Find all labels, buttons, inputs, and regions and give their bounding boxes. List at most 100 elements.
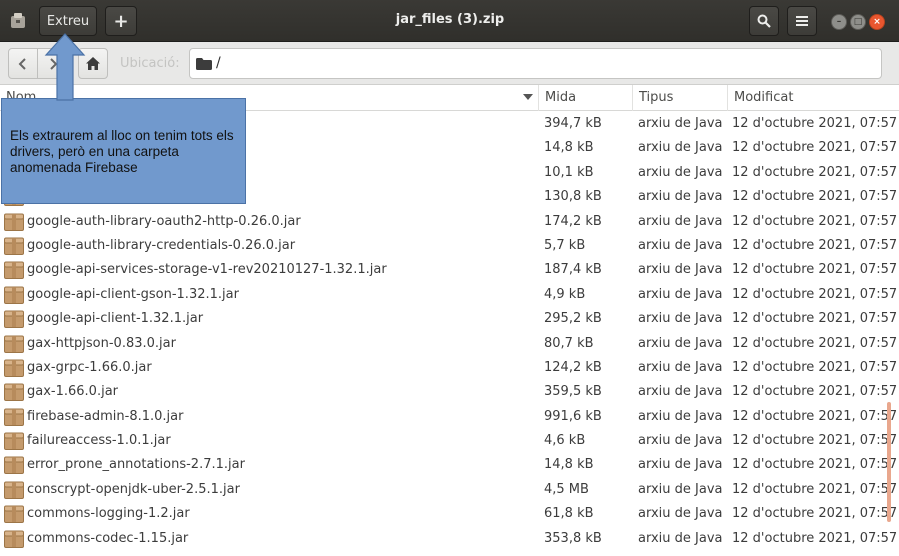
file-name: gax-1.66.0.jar — [27, 384, 119, 400]
file-modified: 12 d'octubre 2021, 07:57 — [732, 213, 898, 229]
jar-archive-icon — [4, 383, 24, 402]
file-modified: 12 d'octubre 2021, 07:57 — [732, 384, 898, 400]
file-name: commons-logging-1.2.jar — [27, 506, 190, 522]
file-modified: 12 d'octubre 2021, 07:57 — [732, 359, 898, 375]
file-modified: 12 d'octubre 2021, 07:57 — [732, 506, 898, 522]
file-type: arxiu de Java — [638, 189, 723, 205]
file-modified: 12 d'octubre 2021, 07:57 — [732, 164, 898, 180]
file-row[interactable]: gax-httpjson-0.83.0.jar 80,7 kB arxiu de J… — [0, 332, 897, 356]
chevron-left-icon — [18, 57, 26, 70]
file-row[interactable]: failureaccess-1.0.1.jar 4,6 kB arxiu de Ja… — [0, 429, 897, 453]
path-field[interactable]: / — [189, 48, 882, 79]
add-files-button[interactable]: + — [105, 6, 137, 36]
file-modified: 12 d'octubre 2021, 07:57 — [732, 457, 898, 473]
file-modified: 12 d'octubre 2021, 07:57 — [732, 408, 898, 424]
file-row[interactable]: google-auth-library-oauth2-http-0.26.0.j… — [0, 210, 897, 234]
file-row[interactable]: google-api-client-gson-1.32.1.jar 4,9 kB a… — [0, 283, 897, 307]
file-type: arxiu de Java — [638, 408, 723, 424]
file-modified: 12 d'octubre 2021, 07:57 — [732, 311, 898, 327]
column-type[interactable]: Tipus — [633, 85, 728, 111]
jar-archive-icon — [4, 481, 24, 499]
file-type: arxiu de Java — [638, 359, 723, 375]
file-size: 61,8 kB — [544, 506, 594, 522]
home-icon — [86, 57, 100, 70]
file-size: 991,6 kB — [544, 408, 602, 424]
file-name: google-auth-library-oauth2-http-0.26.0.j… — [27, 213, 301, 229]
file-name: google-api-client-1.32.1.jar — [27, 311, 204, 327]
file-type: arxiu de Java — [638, 335, 723, 351]
minimize-button[interactable]: – — [831, 14, 847, 30]
jar-archive-icon — [4, 456, 24, 475]
file-size: 4,6 kB — [544, 433, 586, 449]
close-button[interactable]: × — [869, 14, 885, 30]
sort-descending-icon[interactable] — [523, 94, 533, 100]
file-modified: 12 d'octubre 2021, 07:57 — [732, 140, 898, 156]
file-name: google-auth-library-credentials-0.26.0.j… — [27, 237, 296, 253]
file-name: conscrypt-openjdk-uber-2.5.1.jar — [27, 481, 240, 497]
file-size: 394,7 kB — [544, 116, 602, 131]
file-name: error_prone_annotations-2.7.1.jar — [27, 457, 245, 473]
file-size: 10,1 kB — [544, 164, 594, 180]
menu-button[interactable] — [787, 6, 817, 36]
path-text: / — [216, 55, 221, 71]
file-type: arxiu de Java — [638, 213, 723, 229]
jar-archive-icon — [4, 286, 24, 304]
extract-button[interactable]: Extreu — [39, 6, 97, 36]
location-bar: Ubicació: / — [0, 42, 899, 85]
file-name: commons-codec-1.15.jar — [27, 530, 189, 546]
annotation-arrow — [44, 33, 86, 101]
file-row[interactable]: commons-logging-1.2.jar 61,8 kB arxiu de J… — [0, 502, 897, 526]
file-name: gax-httpjson-0.83.0.jar — [27, 335, 176, 351]
file-row[interactable]: error_prone_annotations-2.7.1.jar 14,8 kB… — [0, 453, 897, 477]
maximize-button[interactable]: □ — [850, 14, 866, 30]
title-bar: Extreu + jar_files (3).zip – □ × — [0, 0, 899, 42]
jar-archive-icon — [4, 530, 24, 548]
file-row[interactable]: google-api-client-1.32.1.jar 295,2 kB arxi… — [0, 307, 897, 331]
jar-archive-icon — [4, 237, 24, 255]
file-modified: 12 d'octubre 2021, 07:57 — [732, 189, 898, 205]
file-type: arxiu de Java — [638, 286, 723, 302]
file-row[interactable]: gax-1.66.0.jar 359,5 kB arxiu de Java 12 d'… — [0, 380, 897, 404]
file-size: 353,8 kB — [544, 530, 602, 546]
scrollbar[interactable] — [887, 402, 891, 522]
file-modified: 12 d'octubre 2021, 07:57 — [732, 116, 898, 131]
location-label: Ubicació: — [120, 56, 180, 71]
file-type: arxiu de Java — [638, 433, 723, 449]
file-row[interactable]: firebase-admin-8.1.0.jar 991,6 kB arxiu de… — [0, 405, 897, 429]
file-row[interactable]: google-auth-library-credentials-0.26.0.j… — [0, 234, 897, 258]
column-size[interactable]: Mida — [539, 85, 633, 111]
file-modified: 12 d'octubre 2021, 07:57 — [732, 433, 898, 449]
annotation-text: Els extraurem al lloc on tenim tots els … — [10, 128, 234, 175]
jar-archive-icon — [4, 408, 24, 426]
file-modified: 12 d'octubre 2021, 07:57 — [732, 286, 898, 302]
file-type: arxiu de Java — [638, 530, 723, 546]
file-type: arxiu de Java — [638, 384, 723, 400]
file-modified: 12 d'octubre 2021, 07:57 — [732, 530, 898, 546]
file-type: arxiu de Java — [638, 237, 723, 253]
file-size: 359,5 kB — [544, 384, 602, 400]
file-type: arxiu de Java — [638, 140, 723, 156]
back-button[interactable] — [8, 48, 38, 79]
column-modified[interactable]: Modificat — [728, 85, 899, 111]
file-size: 124,2 kB — [544, 359, 602, 375]
file-size: 295,2 kB — [544, 311, 602, 327]
file-type: arxiu de Java — [638, 262, 723, 278]
file-name: google-api-client-gson-1.32.1.jar — [27, 286, 239, 302]
jar-archive-icon — [4, 261, 24, 280]
file-row[interactable]: commons-codec-1.15.jar 353,8 kB arxiu de J… — [0, 527, 897, 551]
jar-archive-icon — [4, 335, 24, 353]
file-modified: 12 d'octubre 2021, 07:57 — [732, 335, 898, 351]
file-size: 14,8 kB — [544, 457, 594, 473]
file-name: google-api-services-storage-v1-rev202101… — [27, 262, 387, 278]
search-button[interactable] — [749, 6, 779, 36]
hamburger-menu-icon — [796, 16, 808, 26]
file-row[interactable]: conscrypt-openjdk-uber-2.5.1.jar 4,5 MB ar… — [0, 478, 897, 502]
file-row[interactable]: google-api-services-storage-v1-rev202101… — [0, 258, 897, 282]
file-size: 4,5 MB — [544, 481, 589, 497]
file-type: arxiu de Java — [638, 116, 723, 131]
file-row[interactable]: gax-grpc-1.66.0.jar 124,2 kB arxiu de Java… — [0, 356, 897, 380]
annotation-callout: Els extraurem al lloc on tenim tots els … — [1, 98, 246, 204]
file-size: 14,8 kB — [544, 140, 594, 156]
file-size: 5,7 kB — [544, 237, 586, 253]
jar-archive-icon — [4, 310, 24, 329]
